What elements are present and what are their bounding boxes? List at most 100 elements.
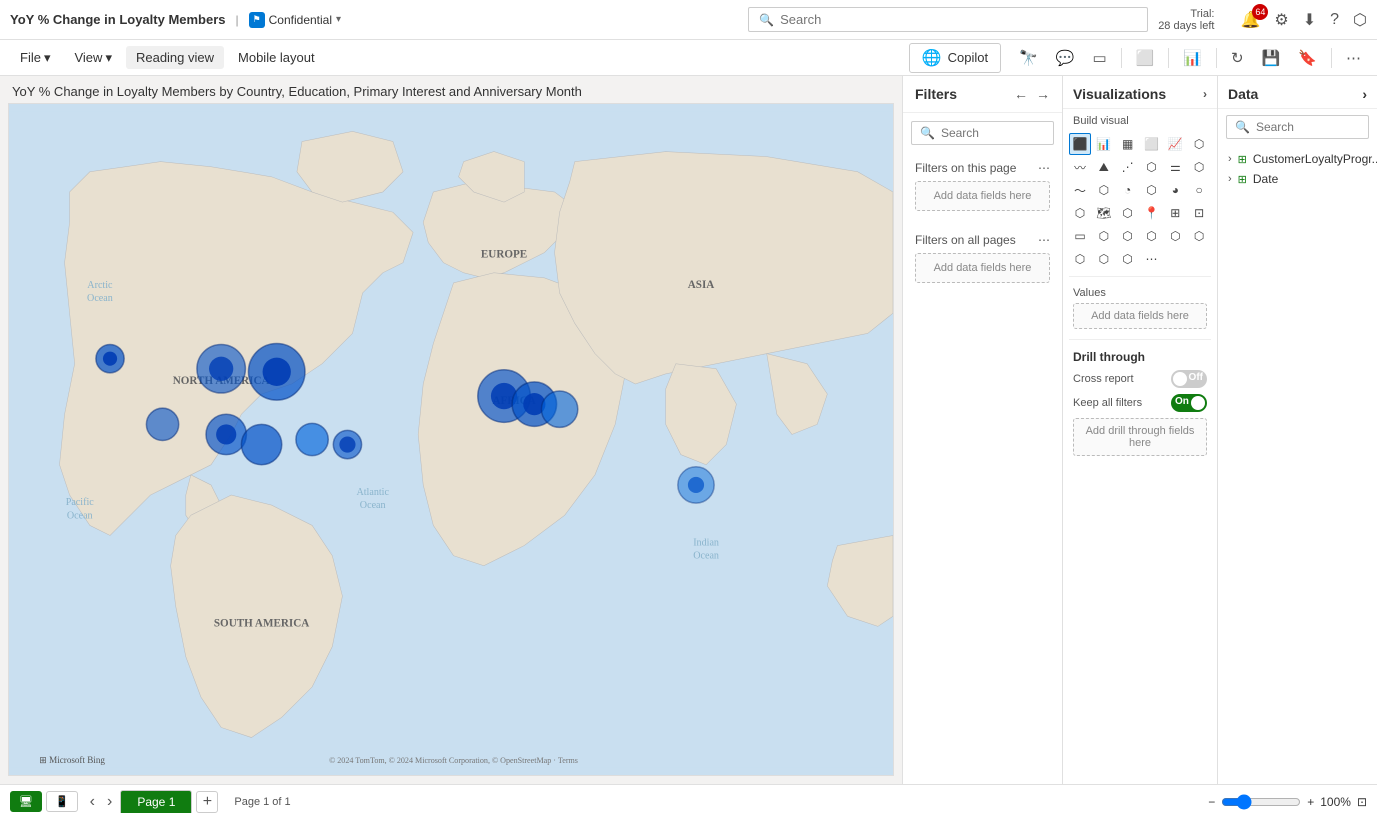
viz-funnel-type[interactable]: ⬡ <box>1093 179 1115 201</box>
viz-combo-type[interactable]: ⚌ <box>1164 156 1186 178</box>
desktop-view-button[interactable]: 🖥 <box>10 791 42 812</box>
expand-icon[interactable]: › <box>1362 86 1367 102</box>
viz-tree-type[interactable]: ⬡ <box>1069 202 1091 224</box>
viz-ribbon-type[interactable]: 〜 <box>1069 179 1091 201</box>
viz-heat-type[interactable]: ⬡ <box>1141 156 1163 178</box>
reading-view-button[interactable]: Reading view <box>126 46 224 69</box>
viz-multirow-card-type[interactable]: ⬡ <box>1093 225 1115 247</box>
file-menu[interactable]: File ▾ <box>10 46 60 70</box>
viz-azure-map-type[interactable]: 📍 <box>1141 202 1163 224</box>
viz-card-type[interactable]: ▭ <box>1069 225 1091 247</box>
viz-slicer-type[interactable]: ⬡ <box>1117 225 1139 247</box>
viz-ai-type[interactable]: ⬡ <box>1093 248 1115 270</box>
filter-forward-icon[interactable]: → <box>1036 86 1050 102</box>
global-search-box[interactable]: 🔍 <box>748 7 1148 32</box>
settings-icon[interactable]: ⚙ <box>1274 10 1288 30</box>
viz-stacked-bar-type[interactable]: ▦ <box>1117 133 1139 155</box>
toggle-off-text: Off <box>1189 372 1203 383</box>
zoom-out-icon[interactable]: − <box>1208 795 1215 809</box>
map-bubble <box>541 391 577 427</box>
filters-on-this-page-label: Filters on this page ⋯ <box>915 161 1050 175</box>
filters-on-page-drop-area[interactable]: Add data fields here <box>915 181 1050 211</box>
trial-info: Trial: 28 days left <box>1158 8 1214 32</box>
viz-donut-type[interactable]: ○ <box>1188 179 1210 201</box>
refresh-icon[interactable]: ↻ <box>1225 45 1250 71</box>
help-icon[interactable]: ? <box>1330 11 1339 29</box>
text-box-icon[interactable]: ▭ <box>1086 45 1112 71</box>
viz-waterfall-type[interactable]: ⬡ <box>1188 156 1210 178</box>
notification-icon[interactable]: 🔔 64 <box>1240 10 1260 30</box>
viz-table-type[interactable]: ⊞ <box>1164 202 1186 224</box>
viz-mountain-type[interactable]: ⛰ <box>1093 156 1115 178</box>
viz-shape-map-type[interactable]: ⬡ <box>1117 202 1139 224</box>
zoom-slider[interactable] <box>1221 794 1301 810</box>
viz-map-filled-type[interactable]: 🗺 <box>1093 202 1115 224</box>
viz-100pct-bar-type[interactable]: ⬜ <box>1141 133 1163 155</box>
more-options-icon[interactable]: ⋯ <box>1038 161 1050 175</box>
viz-map-bubble-type[interactable]: ⬛ <box>1069 133 1091 155</box>
viz-matrix-type[interactable]: ⊡ <box>1188 202 1210 224</box>
map-visual[interactable]: NORTH AMERICA SOUTH AMERICA AFRICA ASIA … <box>8 103 894 776</box>
binoculars-icon[interactable]: 🔭 <box>1013 45 1044 71</box>
view-menu[interactable]: View ▾ <box>64 46 121 70</box>
page-tab[interactable]: Page 1 <box>120 790 192 813</box>
viz-bar-chart-type[interactable]: 📊 <box>1093 133 1115 155</box>
mobile-layout-button[interactable]: Mobile layout <box>228 46 325 69</box>
map-bubble-inner <box>339 436 355 452</box>
data-tree-item[interactable]: › ⊞ CustomerLoyaltyProgr... <box>1218 149 1377 169</box>
chevron-down-icon: ▾ <box>105 50 112 66</box>
viz-gauge-type[interactable]: ◔ <box>1117 179 1139 201</box>
viz-kpi-type[interactable]: ⬡ <box>1141 179 1163 201</box>
comment-icon[interactable]: 💬 <box>1050 45 1081 71</box>
chevron-down-icon[interactable]: ▾ <box>336 14 341 25</box>
search-icon: 🔍 <box>759 13 774 27</box>
prev-page-button[interactable]: ‹ <box>86 791 99 813</box>
cross-report-toggle[interactable]: Off <box>1171 370 1207 388</box>
add-page-button[interactable]: + <box>196 791 218 813</box>
viz-line-type2[interactable]: 〰 <box>1069 156 1091 178</box>
next-page-button[interactable]: › <box>103 791 116 813</box>
download-icon[interactable]: ⬇ <box>1303 10 1316 30</box>
atlantic-ocean-label: Atlantic <box>356 487 389 498</box>
zoom-in-icon[interactable]: + <box>1307 795 1314 809</box>
viz-smart-narrative-type[interactable]: ⬡ <box>1188 225 1210 247</box>
filter-search-box[interactable]: 🔍 <box>911 121 1054 145</box>
viz-qa-type[interactable]: ⬡ <box>1164 225 1186 247</box>
expand-icon[interactable]: › <box>1203 87 1207 101</box>
data-tree: › ⊞ CustomerLoyaltyProgr... › ⊞ Date <box>1218 145 1377 193</box>
more-options-icon[interactable]: ⋯ <box>1038 233 1050 247</box>
fit-page-icon[interactable]: ⊡ <box>1357 795 1367 809</box>
values-drop-area[interactable]: Add data fields here <box>1073 303 1207 329</box>
table-icon: ⊞ <box>1238 173 1247 186</box>
drill-through-drop-area[interactable]: Add drill through fields here <box>1073 418 1207 456</box>
copilot-button[interactable]: 🌐 Copilot <box>909 43 1001 73</box>
share-icon[interactable]: ⬡ <box>1353 10 1367 30</box>
viz-scatter-type[interactable]: ⋰ <box>1117 156 1139 178</box>
confidential-badge: ⚑ Confidential ▾ <box>249 12 341 28</box>
keep-all-filters-toggle[interactable]: On <box>1171 394 1207 412</box>
filter-search-input[interactable] <box>941 126 1045 140</box>
filters-on-all-pages-drop-area[interactable]: Add data fields here <box>915 253 1050 283</box>
search-input[interactable] <box>780 12 1137 27</box>
viz-line-chart-type[interactable]: 📈 <box>1164 133 1186 155</box>
data-tree-item[interactable]: › ⊞ Date <box>1218 169 1377 189</box>
report-title-topbar: YoY % Change in Loyalty Members <box>10 12 226 27</box>
confidential-icon: ⚑ <box>249 12 265 28</box>
map-bubble <box>241 424 281 464</box>
viz-pie-type[interactable]: ◕ <box>1164 179 1186 201</box>
mobile-view-button[interactable]: 📱 <box>46 791 78 812</box>
bookmark-icon[interactable]: 🔖 <box>1292 45 1323 71</box>
viz-more-icon[interactable]: ⋯ <box>1141 248 1163 270</box>
more-options-icon[interactable]: ⋯ <box>1340 45 1367 71</box>
viz-paginated-type[interactable]: ⬡ <box>1069 248 1091 270</box>
pane-icon[interactable]: ⬜ <box>1130 45 1161 71</box>
data-search-box[interactable]: 🔍 <box>1226 115 1369 139</box>
data-search-input[interactable] <box>1256 120 1360 134</box>
filter-back-icon[interactable]: ← <box>1014 86 1028 102</box>
save-icon[interactable]: 💾 <box>1256 45 1287 71</box>
visual-on-icon[interactable]: 📊 <box>1177 45 1208 71</box>
viz-power-apps-type[interactable]: ⬡ <box>1117 248 1139 270</box>
viz-area-chart-type[interactable]: ⬡ <box>1188 133 1210 155</box>
viz-decomp-type[interactable]: ⬡ <box>1141 225 1163 247</box>
divider <box>1331 48 1332 68</box>
